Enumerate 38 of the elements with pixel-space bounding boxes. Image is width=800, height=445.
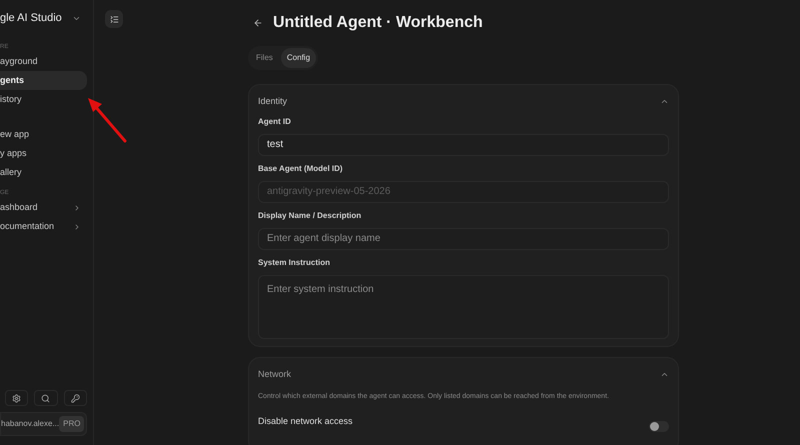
- text-field[interactable]: test: [258, 134, 669, 156]
- textarea-field[interactable]: Enter system instruction: [258, 274, 669, 338]
- nav-item[interactable]: y apps: [0, 144, 87, 163]
- page-title: Untitled Agent · Workbench: [273, 13, 483, 33]
- settings-button[interactable]: [5, 390, 28, 406]
- nav-item[interactable]: ew app: [0, 125, 87, 144]
- plan-badge: PRO: [59, 416, 84, 432]
- account-name: habanov.alexe...: [1, 418, 60, 430]
- search-button[interactable]: [34, 390, 58, 406]
- toggle-label: Disable network access: [258, 415, 353, 428]
- nav-item[interactable]: istory: [0, 90, 87, 109]
- nav-item[interactable]: allery: [0, 163, 87, 182]
- tab[interactable]: Config: [280, 48, 316, 68]
- collapse-icon: [110, 14, 118, 24]
- chevron-right-icon: [73, 222, 81, 230]
- search-icon: [41, 394, 50, 402]
- key-button[interactable]: [64, 390, 87, 406]
- section-title: Network: [258, 368, 292, 380]
- pointer-arrow-drawing: [86, 97, 128, 144]
- nav-item[interactable]: ayground: [0, 52, 87, 71]
- tab[interactable]: Files: [250, 48, 279, 68]
- field-label: System Instruction: [258, 256, 332, 268]
- field-label: Display Name / Description: [258, 210, 362, 222]
- nav-item[interactable]: ocumentation: [0, 217, 87, 236]
- brand-title: gle AI Studio: [0, 10, 62, 26]
- chevron-right-icon: [73, 204, 81, 212]
- section-title: Identity: [258, 95, 288, 108]
- sidebar-toggle-button[interactable]: [105, 10, 123, 28]
- text-field[interactable]: Enter agent display name: [258, 228, 669, 250]
- key-icon: [70, 394, 80, 402]
- toggle-switch[interactable]: [649, 420, 669, 432]
- settings-icon: [12, 394, 22, 402]
- account-card[interactable]: habanov.alexe... PRO: [0, 412, 87, 436]
- nav-item[interactable]: gents: [0, 71, 87, 90]
- field-label: Base Agent (Model ID): [258, 162, 344, 174]
- back-icon[interactable]: [253, 18, 263, 28]
- field-label: Agent ID: [258, 116, 292, 128]
- nav-item[interactable]: ashboard: [0, 198, 87, 217]
